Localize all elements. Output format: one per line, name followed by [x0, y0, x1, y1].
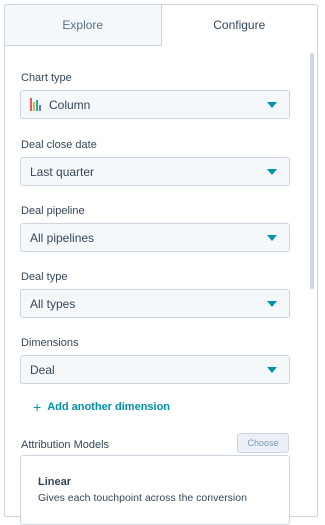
- tab-explore-label: Explore: [62, 18, 104, 32]
- chevron-down-icon: [267, 234, 277, 241]
- add-dimension-label: Add another dimension: [47, 401, 171, 413]
- model-name: Linear: [38, 476, 72, 488]
- deal-close-date-value: Last quarter: [30, 164, 95, 179]
- chevron-down-icon: [267, 168, 277, 175]
- deal-type-value: All types: [30, 296, 76, 311]
- tab-explore[interactable]: Explore: [5, 5, 162, 45]
- deal-close-date-label: Deal close date: [21, 139, 97, 151]
- chart-type-value: Column: [49, 97, 91, 112]
- plus-icon: +: [33, 399, 42, 415]
- chevron-down-icon: [267, 366, 277, 373]
- tab-bar: Explore Configure: [5, 5, 317, 46]
- deal-close-date-select[interactable]: Last quarter: [20, 157, 290, 186]
- deal-type-select[interactable]: All types: [20, 289, 290, 318]
- model-description: Gives each touchpoint across the convers…: [38, 492, 247, 504]
- dimensions-label: Dimensions: [21, 337, 79, 349]
- deal-pipeline-select[interactable]: All pipelines: [20, 223, 290, 252]
- deal-pipeline-label: Deal pipeline: [21, 205, 85, 217]
- choose-button[interactable]: Choose: [237, 433, 289, 453]
- deal-pipeline-value: All pipelines: [30, 230, 95, 245]
- chart-type-select[interactable]: Column: [20, 90, 290, 119]
- attribution-model-card[interactable]: Linear Gives each touchpoint across the …: [20, 455, 290, 525]
- dimensions-value: Deal: [30, 362, 55, 377]
- dimensions-select[interactable]: Deal: [20, 355, 290, 384]
- deal-type-label: Deal type: [21, 271, 68, 283]
- add-dimension-link[interactable]: + Add another dimension: [33, 399, 170, 415]
- attribution-models-label: Attribution Models: [21, 439, 110, 451]
- chevron-down-icon: [267, 300, 277, 307]
- tab-configure[interactable]: Configure: [161, 5, 317, 46]
- tab-configure-label: Configure: [213, 18, 266, 32]
- column-chart-icon: [30, 98, 41, 111]
- scrollbar[interactable]: [310, 53, 314, 289]
- chevron-down-icon: [267, 101, 277, 108]
- chart-type-label: Chart type: [21, 72, 72, 84]
